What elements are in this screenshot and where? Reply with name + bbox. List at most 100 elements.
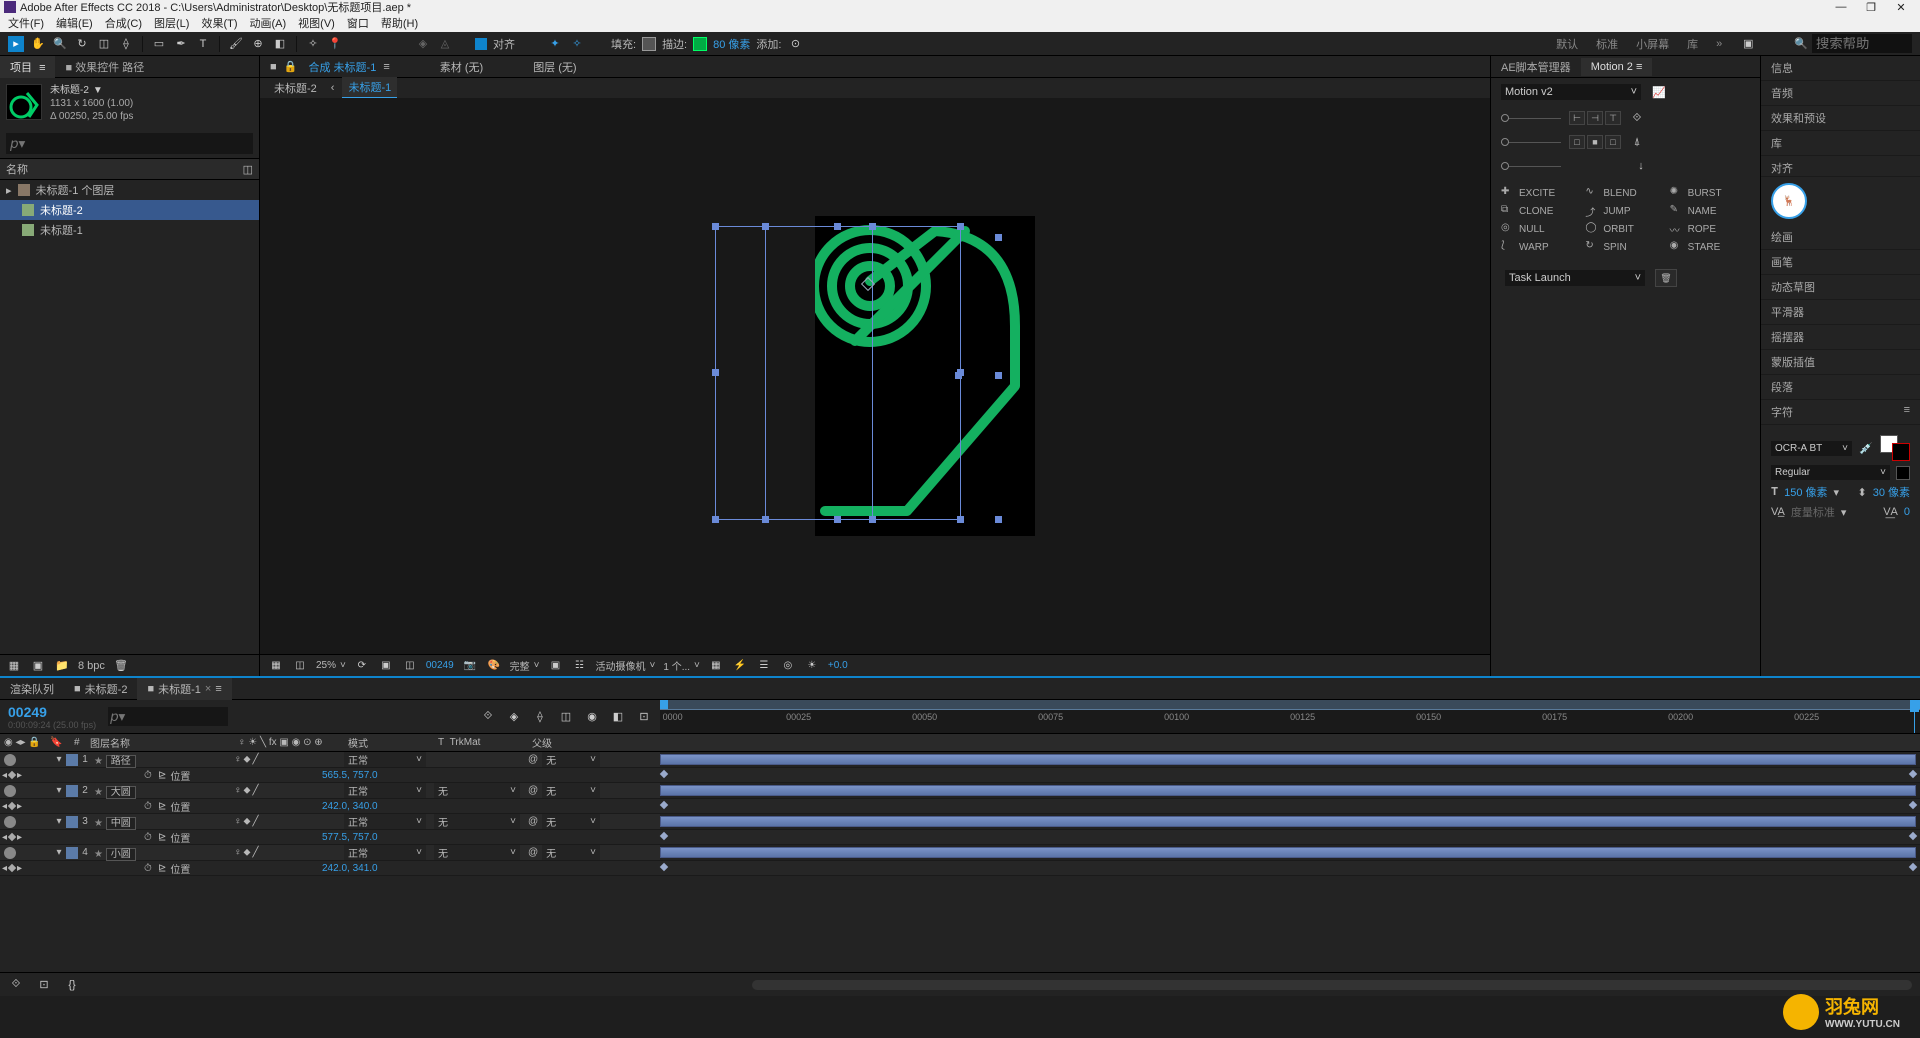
burst-button[interactable]: ✺BURST xyxy=(1670,186,1750,200)
visibility-toggle[interactable] xyxy=(4,847,16,859)
libraries-panel[interactable]: 库 xyxy=(1761,131,1920,156)
excite-button[interactable]: ✚EXCITE xyxy=(1501,186,1581,200)
track-matte-dropdown[interactable]: 无 ˅ xyxy=(434,845,520,860)
paragraph-panel[interactable]: 段落 xyxy=(1761,375,1920,400)
tracking-value[interactable]: 0 xyxy=(1904,506,1910,518)
add-keyframe-icon[interactable] xyxy=(8,771,16,779)
motion2-tab[interactable]: Motion 2 ≡ xyxy=(1581,58,1653,76)
font-size-value[interactable]: 150 像素 xyxy=(1784,484,1827,500)
effects-presets-panel[interactable]: 效果和预设 xyxy=(1761,106,1920,131)
workspace-library[interactable]: 库 xyxy=(1687,36,1698,52)
graph-icon[interactable]: ⊵ xyxy=(158,801,166,812)
camera-tool-icon[interactable]: ◫ xyxy=(96,36,112,52)
motion-slider[interactable] xyxy=(1501,118,1561,119)
next-keyframe-icon[interactable]: ▸ xyxy=(17,770,22,781)
interpret-footage-icon[interactable]: ▦ xyxy=(6,658,22,674)
task-delete-button[interactable]: 🗑 xyxy=(1655,269,1677,287)
breadcrumb[interactable]: 未标题-2 xyxy=(268,78,323,98)
quality-dropdown[interactable]: 完整 ˅ xyxy=(510,658,540,673)
layer-row[interactable]: ▾ 1 ★ 路径 ♀⬥╱ 正常 ˅ @无 ˅ xyxy=(0,752,1920,768)
layer-bar-track[interactable] xyxy=(660,783,1920,798)
parent-dropdown[interactable]: 无 ˅ xyxy=(542,752,600,767)
layer-bar-track[interactable] xyxy=(660,752,1920,767)
label-color[interactable] xyxy=(66,847,78,859)
alpha-icon[interactable]: ▦ xyxy=(268,658,284,674)
pan-behind-tool-icon[interactable]: ⟠ xyxy=(118,36,134,52)
snap-checkbox[interactable] xyxy=(475,38,487,50)
property-row[interactable]: ◂▸ ⏱ ⊵ 位置 242.0, 340.0 xyxy=(0,799,1920,814)
hand-tool-icon[interactable]: ✋ xyxy=(30,36,46,52)
clone-tool-icon[interactable]: ⊕ xyxy=(250,36,266,52)
wiggler-panel[interactable]: 摇摆器 xyxy=(1761,325,1920,350)
stopwatch-icon[interactable]: ⏱ xyxy=(144,863,154,873)
label-color[interactable] xyxy=(66,754,78,766)
transform-icon[interactable]: ⍋ xyxy=(1629,134,1645,150)
name-button[interactable]: ✎NAME xyxy=(1670,204,1750,218)
stopwatch-icon[interactable]: ⏱ xyxy=(144,832,154,842)
dist-center-button[interactable]: ■ xyxy=(1587,135,1603,149)
stopwatch-icon[interactable]: ⏱ xyxy=(144,770,154,780)
zoom-tool-icon[interactable]: 🔍 xyxy=(52,36,68,52)
twirl-icon[interactable]: ▾ xyxy=(54,816,64,827)
blend-mode-dropdown[interactable]: 正常 ˅ xyxy=(344,845,426,860)
spin-button[interactable]: ↻SPIN xyxy=(1585,240,1665,254)
comp-flowchart-icon[interactable]: ◫ xyxy=(243,163,253,176)
graph-icon[interactable]: ⊵ xyxy=(158,863,166,874)
keyframe-icon[interactable] xyxy=(660,801,668,809)
visibility-toggle[interactable] xyxy=(4,754,16,766)
selection-handle[interactable] xyxy=(995,234,1002,241)
menu-effect[interactable]: 效果(T) xyxy=(197,15,241,31)
ae-script-manager-tab[interactable]: AE脚本管理器 xyxy=(1491,56,1581,78)
project-tab[interactable]: 项目 ≡ xyxy=(0,56,55,78)
layer-viewer-tab[interactable]: 图层 (无) xyxy=(523,56,586,78)
timeline-zoom-slider[interactable] xyxy=(752,980,1912,990)
layer-name-field[interactable]: 小圆 xyxy=(106,848,136,861)
add-menu-icon[interactable]: ⊙ xyxy=(787,36,803,52)
brainstorm-icon[interactable]: ⊡ xyxy=(636,709,652,725)
leading-value[interactable]: 30 像素 xyxy=(1873,484,1910,500)
motion-slider[interactable] xyxy=(1501,166,1561,167)
smoother-panel[interactable]: 平滑器 xyxy=(1761,300,1920,325)
bpc-button[interactable]: 8 bpc xyxy=(78,660,105,672)
align-center-button[interactable]: ⊣ xyxy=(1587,111,1603,125)
task-launch-dropdown[interactable]: Task Launch˅ xyxy=(1505,270,1645,286)
workspace-more-icon[interactable]: » xyxy=(1716,38,1722,50)
clone-button[interactable]: ⧉CLONE xyxy=(1501,204,1581,218)
workspace-switcher-icon[interactable]: ▣ xyxy=(1740,36,1756,52)
keyframe-track[interactable] xyxy=(660,830,1920,844)
fill-swatch[interactable] xyxy=(642,37,656,51)
audio-panel[interactable]: 音频 xyxy=(1761,81,1920,106)
mask-interpolation-panel[interactable]: 蒙版插值 xyxy=(1761,350,1920,375)
playhead[interactable] xyxy=(1914,700,1915,733)
layer-row[interactable]: ▾ 4 ★ 小圆 ♀⬥╱ 正常 ˅ 无 ˅ @无 ˅ xyxy=(0,845,1920,861)
timeline-icon[interactable]: ☰ xyxy=(756,658,772,674)
comp-viewer-tab[interactable]: ■ 🔒 合成 未标题-1 ≡ xyxy=(260,56,400,78)
label-color[interactable] xyxy=(66,785,78,797)
pen-tool-icon[interactable]: ✒ xyxy=(173,36,189,52)
close-button[interactable]: ✕ xyxy=(1886,1,1916,14)
prev-keyframe-icon[interactable]: ◂ xyxy=(2,801,7,812)
layer-row[interactable]: ▾ 2 ★ 大圆 ♀⬥╱ 正常 ˅ 无 ˅ @无 ˅ xyxy=(0,783,1920,799)
workspace-standard[interactable]: 标准 xyxy=(1596,36,1618,52)
pickwhip-icon[interactable]: @ xyxy=(528,847,538,858)
rope-button[interactable]: 〰ROPE xyxy=(1670,222,1750,236)
track-matte-dropdown[interactable]: 无 ˅ xyxy=(434,783,520,798)
warp-button[interactable]: ⟅WARP xyxy=(1501,240,1581,254)
keyframe-icon[interactable] xyxy=(660,770,668,778)
prev-keyframe-icon[interactable]: ◂ xyxy=(2,832,7,843)
project-search-input[interactable] xyxy=(6,133,253,154)
motion-blur-icon[interactable]: ◉ xyxy=(584,709,600,725)
parent-dropdown[interactable]: 无 ˅ xyxy=(542,845,600,860)
region-icon[interactable]: ▣ xyxy=(378,658,394,674)
selection-tool-icon[interactable]: ▸ xyxy=(8,36,24,52)
menu-help[interactable]: 帮助(H) xyxy=(377,15,422,31)
label-color[interactable] xyxy=(66,816,78,828)
parent-dropdown[interactable]: 无 ˅ xyxy=(542,814,600,829)
keyframe-track[interactable] xyxy=(660,861,1920,875)
show-snapshot-icon[interactable]: 🎨 xyxy=(486,658,502,674)
close-icon[interactable]: × xyxy=(205,683,211,695)
dist-right-button[interactable]: □ xyxy=(1605,135,1621,149)
motion-slider[interactable] xyxy=(1501,142,1561,143)
stroke-color-swatch[interactable] xyxy=(1892,443,1910,461)
toggle-switches-icon[interactable]: ⟐ xyxy=(8,977,24,993)
